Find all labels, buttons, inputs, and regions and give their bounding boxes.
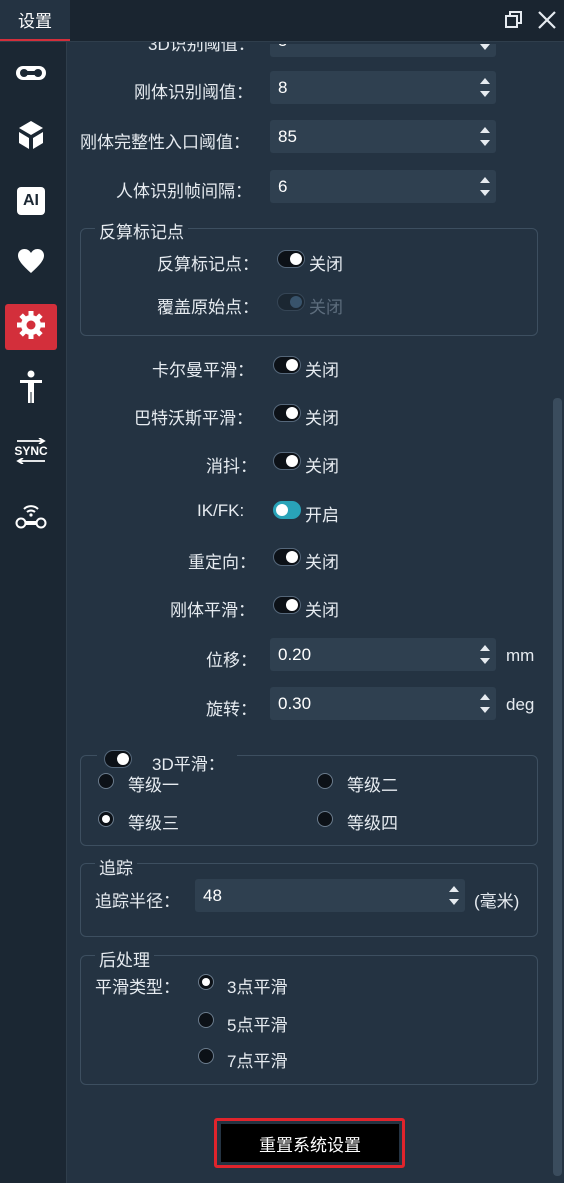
ikfk-state: 开启 [305, 506, 339, 525]
spin-up-icon[interactable] [480, 127, 490, 133]
human-figure-icon [19, 370, 43, 409]
reverse-marker-state: 关闭 [309, 255, 343, 274]
reset-settings-button[interactable]: 重置系统设置 [221, 1124, 399, 1162]
rigid-smooth-label: 刚体平滑： [170, 601, 255, 620]
ai-icon: AI [17, 187, 45, 215]
rigid-integrity-label: 刚体完整性入口阈值： [80, 133, 250, 152]
level1-label: 等级一 [128, 776, 179, 795]
rotation-unit: deg [506, 695, 535, 714]
rigid-integrity-spinbox[interactable]: 85 [270, 120, 496, 153]
wireless-device-icon [15, 500, 47, 535]
spin-up-icon[interactable] [480, 177, 490, 183]
reverse-marker-group-title: 反算标记点 [95, 218, 188, 243]
gear-icon [16, 310, 46, 345]
level3-label: 等级三 [128, 814, 179, 833]
tracking-radius-label: 追踪半径： [95, 892, 180, 911]
kalman-state: 关闭 [305, 361, 339, 380]
spin-up-icon[interactable] [449, 886, 459, 892]
rigid-body-icon [16, 119, 46, 156]
dejitter-state: 关闭 [305, 457, 339, 476]
displacement-unit: mm [506, 646, 535, 665]
kalman-toggle[interactable] [273, 356, 301, 374]
spin-down-icon[interactable] [480, 658, 490, 664]
smooth3pt-radio[interactable] [198, 974, 214, 990]
override-original-toggle[interactable] [277, 293, 305, 311]
reverse-marker-toggle[interactable] [277, 250, 305, 268]
sidebar-item-human[interactable] [5, 366, 57, 412]
smooth3pt-label: 3点平滑 [227, 978, 288, 997]
sidebar-item-health[interactable] [5, 240, 57, 286]
sidebar-item-sync[interactable]: SYNC [5, 428, 57, 474]
displacement-spinbox[interactable]: 0.20 [270, 638, 496, 671]
level2-label: 等级二 [347, 776, 398, 795]
restore-icon[interactable] [502, 8, 526, 32]
rigid-smooth-toggle[interactable] [273, 596, 301, 614]
spin-up-icon[interactable] [480, 78, 490, 84]
smooth3d-toggle[interactable] [104, 750, 132, 768]
rigid-threshold-label: 刚体识别阈值： [134, 83, 253, 102]
spin-down-icon[interactable] [480, 707, 490, 713]
close-icon[interactable] [535, 8, 559, 32]
dejitter-toggle[interactable] [273, 452, 301, 470]
retarget-state: 关闭 [305, 553, 339, 572]
spin-up-icon[interactable] [480, 694, 490, 700]
human-interval-label: 人体识别帧间隔： [116, 182, 252, 201]
smooth-type-label: 平滑类型： [95, 978, 180, 997]
spin-down-icon[interactable] [480, 140, 490, 146]
heart-icon [17, 248, 45, 279]
tracking-radius-spinbox[interactable]: 48 [195, 879, 465, 912]
spin-down-icon[interactable] [449, 899, 459, 905]
butterworth-toggle[interactable] [273, 404, 301, 422]
spin-down-icon[interactable] [480, 91, 490, 97]
override-original-state: 关闭 [309, 298, 343, 317]
override-original-label: 覆盖原始点： [157, 298, 259, 317]
level2-radio[interactable] [317, 773, 333, 789]
smooth5pt-radio[interactable] [198, 1012, 214, 1028]
kalman-label: 卡尔曼平滑： [152, 361, 254, 380]
rigid-threshold-spinbox[interactable]: 8 [270, 71, 496, 104]
rotation-label: 旋转： [206, 700, 257, 719]
smooth5pt-label: 5点平滑 [227, 1016, 288, 1035]
level1-radio[interactable] [98, 773, 114, 789]
spin-down-icon[interactable] [480, 190, 490, 196]
sidebar-item-rigid-body[interactable] [5, 114, 57, 160]
sidebar-item-recording[interactable] [5, 52, 57, 98]
sidebar: AI SYNC [0, 42, 67, 1183]
retarget-label: 重定向： [188, 553, 256, 572]
level3-radio[interactable] [98, 811, 114, 827]
tracking-group-title: 追踪 [95, 854, 137, 879]
ikfk-toggle[interactable] [273, 501, 301, 519]
post-process-group-title: 后处理 [95, 946, 154, 971]
displacement-label: 位移： [206, 651, 257, 670]
rotation-spinbox[interactable]: 0.30 [270, 687, 496, 720]
cassette-icon [15, 63, 47, 88]
butterworth-label: 巴特沃斯平滑： [134, 409, 253, 428]
tab-settings[interactable]: 设置 [0, 0, 70, 41]
reverse-marker-group [80, 228, 538, 336]
rigid-smooth-state: 关闭 [305, 601, 339, 620]
sidebar-item-device[interactable] [5, 494, 57, 540]
spin-up-icon[interactable] [480, 645, 490, 651]
ikfk-label: IK/FK: [197, 501, 245, 520]
smooth7pt-label: 7点平滑 [227, 1052, 288, 1071]
level4-label: 等级四 [347, 814, 398, 833]
reverse-marker-label: 反算标记点： [157, 255, 259, 274]
smooth7pt-radio[interactable] [198, 1048, 214, 1064]
dejitter-label: 消抖： [206, 457, 257, 476]
level4-radio[interactable] [317, 811, 333, 827]
title-bar: 设置 [0, 0, 564, 42]
retarget-toggle[interactable] [273, 548, 301, 566]
spin-down-icon[interactable] [480, 44, 490, 50]
human-interval-spinbox[interactable]: 6 [270, 170, 496, 203]
sync-icon: SYNC [14, 438, 48, 464]
tracking-radius-unit: (毫米) [474, 892, 520, 911]
vertical-scrollbar[interactable] [553, 398, 562, 1176]
sidebar-item-ai[interactable]: AI [5, 178, 57, 224]
sidebar-item-settings[interactable] [5, 304, 57, 350]
butterworth-state: 关闭 [305, 409, 339, 428]
